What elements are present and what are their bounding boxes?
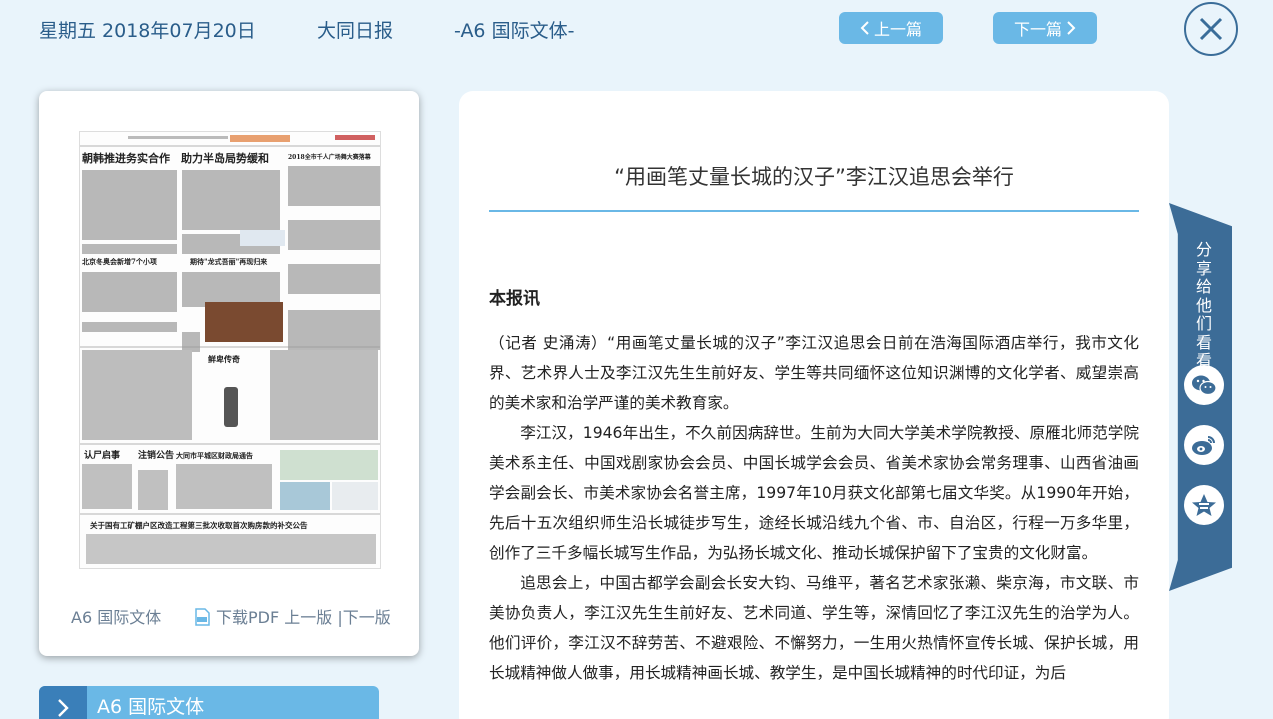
- next-page-link[interactable]: 下一版: [343, 608, 391, 627]
- favorite-share-button[interactable]: [1184, 485, 1224, 525]
- weibo-icon: [1192, 436, 1215, 455]
- wechat-share-button[interactable]: [1184, 365, 1224, 405]
- thumb-headline-4: 2018全市千人广场舞大赛落幕: [288, 153, 372, 161]
- article-paragraph: 李江汉，1946年出生，不久前因病辞世。生前为大同大学美术学院教授、原雁北师范学…: [489, 424, 1139, 562]
- weibo-share-button[interactable]: [1184, 425, 1224, 465]
- issue-date: 星期五 2018年07月20日: [39, 20, 256, 42]
- thumb-headline-1: 朝韩推进务实合作 助力半岛局势缓和: [82, 151, 269, 165]
- article-panel: “用画笔丈量长城的汉子”李江汉追思会举行 本报讯 （记者 史涌涛）“用画笔丈量长…: [459, 91, 1169, 719]
- star-icon: [1192, 494, 1216, 516]
- chevron-right-icon: [39, 686, 87, 719]
- current-section-label: A6 国际文体: [71, 608, 162, 627]
- title-divider: [489, 210, 1139, 212]
- share-panel: 分享给他们看看: [1169, 203, 1232, 591]
- wechat-icon: [1192, 375, 1217, 396]
- thumb-headline-2: 北京冬奥会新增7个小项: [82, 257, 157, 266]
- page-actions: 下载PDF 上一版 |下一版: [194, 604, 391, 628]
- thumb-headline-8: 大同市平城区财政局通告: [176, 451, 253, 460]
- next-article-button[interactable]: 下一篇: [993, 12, 1097, 44]
- thumb-headline-6: 认尸启事: [84, 449, 120, 461]
- close-icon: [1199, 17, 1223, 41]
- prev-page-link[interactable]: 上一版: [284, 608, 332, 627]
- section-tab-label: A6 国际文体: [97, 696, 205, 718]
- thumb-headline-7: 注销公告: [138, 449, 174, 461]
- chevron-right-icon: [1067, 21, 1076, 35]
- chevron-left-icon: [860, 21, 869, 35]
- page-name: -A6 国际文体-: [454, 20, 575, 42]
- prev-article-label: 上一篇: [873, 20, 922, 39]
- section-tab[interactable]: A6 国际文体: [39, 686, 379, 719]
- close-button[interactable]: [1184, 2, 1238, 56]
- paper-name: 大同日报: [317, 20, 394, 42]
- thumb-headline-5: 鲜卑传奇: [208, 354, 240, 364]
- pdf-icon: [194, 608, 210, 626]
- article-title: “用画笔丈量长城的汉子”李江汉追思会举行: [614, 165, 1014, 189]
- article-paragraph: （记者 史涌涛）“用画笔丈量长城的汉子”李江汉追思会日前在浩海国际酒店举行，我市…: [489, 334, 1139, 412]
- thumb-headline-9: 关于国有工矿棚户区改造工程第三批次收取首次购房款的补交公告: [90, 520, 308, 530]
- article-body: （记者 史涌涛）“用画笔丈量长城的汉子”李江汉追思会日前在浩海国际酒店举行，我市…: [489, 328, 1139, 688]
- top-bar: 星期五 2018年07月20日 大同日报 -A6 国际文体- 上一篇 下一篇: [0, 0, 1273, 60]
- download-pdf-link[interactable]: 下载PDF: [216, 608, 279, 627]
- newspaper-page-image: 朝韩推进务实合作 助力半岛局势缓和 2018全市千人广场舞大赛落幕 北京冬奥会新…: [80, 132, 380, 568]
- thumb-headline-3: 期待"龙式吾丽"再现归来: [190, 257, 268, 266]
- page-preview-card: 朝韩推进务实合作 助力半岛局势缓和 2018全市千人广场舞大赛落幕 北京冬奥会新…: [39, 91, 419, 656]
- share-label: 分享给他们看看: [1195, 240, 1212, 370]
- next-article-label: 下一篇: [1013, 20, 1062, 39]
- prev-article-button[interactable]: 上一篇: [839, 12, 943, 44]
- article-paragraph: 追思会上，中国古都学会副会长安大钧、马维平，著名艺术家张濑、柴京海，市文联、市美…: [489, 574, 1139, 682]
- newspaper-page-thumbnail[interactable]: 朝韩推进务实合作 助力半岛局势缓和 2018全市千人广场舞大赛落幕 北京冬奥会新…: [79, 131, 381, 569]
- article-subtitle: 本报讯: [489, 289, 540, 309]
